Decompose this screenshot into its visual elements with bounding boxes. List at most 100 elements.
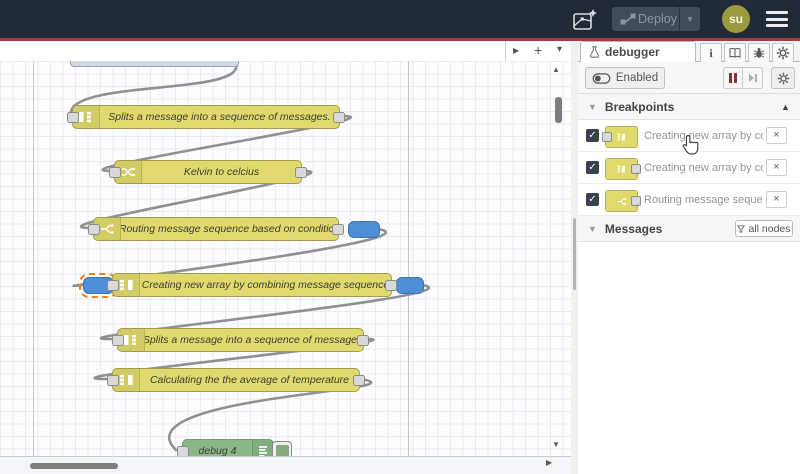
mouse-cursor-pointer: [682, 135, 699, 155]
enabled-label: Enabled: [615, 72, 659, 84]
mini-output-port: [631, 196, 641, 206]
breakpoint-row-3[interactable]: ✓ Routing message sequence based on cond…: [578, 184, 800, 216]
partial-node-top[interactable]: [70, 61, 239, 67]
flow-list-chevron[interactable]: ▾: [557, 44, 562, 55]
message-filter-button[interactable]: all nodes: [735, 220, 793, 237]
node-split-1[interactable]: Splits a message into a sequence of mess…: [67, 105, 345, 129]
remove-breakpoint-button[interactable]: ×: [766, 127, 787, 144]
info-icon: i: [709, 45, 713, 60]
input-port[interactable]: [109, 166, 121, 178]
node-label: Calculating the the average of temperatu…: [149, 374, 350, 386]
input-port[interactable]: [88, 223, 100, 235]
breakpoint-marker-join-output[interactable]: [396, 277, 424, 294]
tab-debugger-label: debugger: [605, 45, 660, 59]
tab-config-nodes[interactable]: [772, 43, 794, 63]
gear-icon: [777, 72, 789, 84]
breakpoint-label: Routing message sequence based on condit…: [644, 194, 763, 206]
hscroll-thumb[interactable]: [30, 463, 118, 469]
node-join-1[interactable]: Creating new array by combining message …: [107, 273, 397, 297]
user-avatar[interactable]: su: [722, 5, 750, 33]
breakpoints-title: Breakpoints: [604, 99, 675, 114]
step-button[interactable]: [743, 67, 763, 89]
tab-debugger[interactable]: debugger: [580, 41, 696, 62]
breakpoint-marker-switch-output[interactable]: [348, 221, 380, 238]
tab-debug-messages[interactable]: [748, 43, 770, 63]
vscroll-down-arrow[interactable]: ▼: [552, 441, 560, 449]
deploy-label: Deploy: [638, 12, 677, 26]
node-red-app: Deploy ▼ su ▶ + ▾ Splits a message into …: [0, 0, 800, 474]
node-label: Routing message sequence based on condit…: [121, 223, 338, 235]
join-icon: [617, 165, 625, 173]
sidebar-splitter[interactable]: [571, 41, 578, 474]
deploy-options-chevron[interactable]: ▼: [679, 7, 700, 31]
vscroll-thumb[interactable]: [555, 97, 562, 123]
pause-button[interactable]: [723, 67, 743, 89]
node-label: Splits a message into a sequence of mess…: [145, 334, 363, 346]
splitter-handle[interactable]: [573, 218, 576, 290]
output-port[interactable]: [333, 111, 345, 123]
debugger-toolbar: Enabled: [578, 62, 800, 94]
input-port[interactable]: [107, 374, 119, 386]
tabbar-divider: [505, 41, 506, 61]
scroll-tabs-right-button[interactable]: ▶: [513, 46, 519, 55]
collapse-chevron-icon: ▼: [588, 101, 597, 112]
input-port[interactable]: [112, 334, 124, 346]
node-label: Kelvin to celcius: [183, 166, 260, 178]
add-flow-button[interactable]: +: [534, 42, 542, 58]
remove-breakpoint-button[interactable]: ×: [766, 191, 787, 208]
book-icon: [729, 48, 741, 58]
hscroll-right-arrow[interactable]: ▶: [546, 459, 552, 467]
breakpoint-checkbox[interactable]: ✓: [586, 129, 599, 142]
sidebar-scroll-up-arrow[interactable]: ▲: [781, 102, 790, 112]
breakpoint-label: Creating new array by combining message …: [644, 162, 763, 174]
node-change-1[interactable]: Kelvin to celcius: [109, 160, 307, 184]
switch-icon: [617, 197, 626, 205]
breakpoint-checkbox[interactable]: ✓: [586, 193, 599, 206]
toggle-icon: [592, 72, 611, 84]
app-header: Deploy ▼ su: [0, 0, 800, 38]
debugger-settings-button[interactable]: [771, 67, 795, 89]
debugger-enabled-toggle[interactable]: Enabled: [585, 67, 665, 89]
tab-info[interactable]: i: [700, 43, 722, 63]
breakpoint-checkbox[interactable]: ✓: [586, 161, 599, 174]
output-port[interactable]: [385, 279, 397, 291]
gear-icon: [776, 46, 790, 60]
node-label: Creating new array by combining message …: [141, 279, 390, 291]
bug-icon: [753, 47, 765, 58]
filter-label: all nodes: [748, 222, 791, 235]
node-switch-1[interactable]: Routing message sequence based on condit…: [88, 217, 344, 241]
remove-breakpoint-button[interactable]: ×: [766, 159, 787, 176]
input-port[interactable]: [67, 111, 79, 123]
input-port[interactable]: [177, 445, 189, 457]
output-port[interactable]: [295, 166, 307, 178]
tab-help[interactable]: [724, 43, 746, 63]
deploy-icon: [620, 13, 636, 25]
step-icon: [748, 74, 757, 82]
breakpoint-row-2[interactable]: ✓ Creating new array by combining messag…: [578, 152, 800, 184]
messages-section-header[interactable]: ▼ Messages all nodes: [578, 216, 800, 242]
input-port[interactable]: [107, 279, 119, 291]
output-port[interactable]: [357, 334, 369, 346]
mini-output-port: [631, 164, 641, 174]
main-menu-button[interactable]: [766, 11, 788, 27]
sidebar: debugger i Enabled ▼ Breakpoints ▲ ✓ Cre…: [578, 41, 800, 474]
output-port[interactable]: [353, 374, 365, 386]
collapse-chevron-icon: ▼: [588, 223, 597, 234]
vscroll-up-arrow[interactable]: ▲: [552, 66, 560, 74]
node-join-2[interactable]: Calculating the the average of temperatu…: [107, 368, 365, 392]
output-port[interactable]: [332, 223, 344, 235]
mini-node-switch-output: [605, 190, 641, 212]
mini-node-join-output: [605, 158, 641, 180]
mini-input-port: [602, 132, 612, 142]
flow-action-icon[interactable]: [572, 8, 598, 32]
flow-canvas[interactable]: Splits a message into a sequence of mess…: [0, 61, 571, 474]
breakpoint-label: Creating new array by combining message …: [644, 130, 763, 142]
pause-icon: [729, 73, 737, 83]
breakpoints-section-header[interactable]: ▼ Breakpoints ▲: [578, 94, 800, 120]
node-split-2[interactable]: Splits a message into a sequence of mess…: [112, 328, 369, 352]
flask-icon: [589, 46, 600, 58]
deploy-button[interactable]: Deploy ▼: [612, 7, 700, 31]
flow-tabbar: ▶ + ▾: [0, 41, 571, 62]
join-icon: [617, 133, 625, 141]
filter-funnel-icon: [737, 224, 746, 233]
